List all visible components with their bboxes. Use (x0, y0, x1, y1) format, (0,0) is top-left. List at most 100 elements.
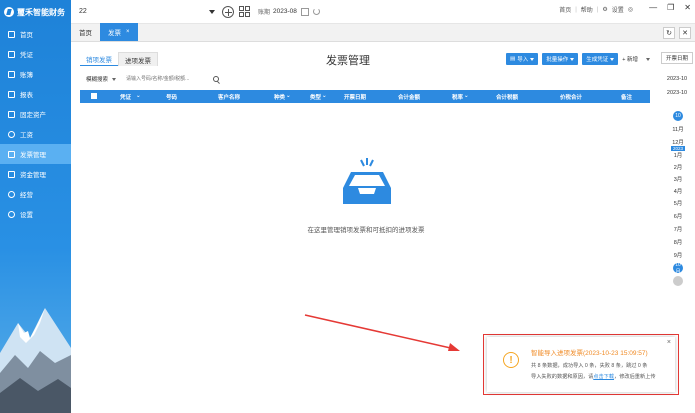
month-item[interactable]: 3月 (663, 175, 693, 183)
sort-icon[interactable]: ⌄ (136, 93, 141, 99)
column-header-tax-rate[interactable]: 税率 (452, 93, 463, 101)
month-item[interactable]: 10月 (663, 262, 693, 275)
column-header-type[interactable]: 类型 (310, 93, 321, 101)
sort-icon[interactable]: ⌄ (322, 93, 327, 99)
sidebar-item-invoices[interactable]: 发票管理 (0, 144, 71, 164)
month-item[interactable]: 10 (663, 111, 693, 121)
sidebar-item-operations[interactable]: 经营 (0, 184, 71, 204)
month-item[interactable]: 6月 (663, 212, 693, 220)
month-item[interactable]: 7月 (663, 225, 693, 233)
search-input[interactable] (126, 74, 212, 84)
column-header-issue-date[interactable]: 开票日期 (344, 93, 366, 101)
refresh-icon[interactable] (312, 8, 320, 15)
column-header-voucher[interactable]: 凭证 (120, 93, 131, 101)
period-value[interactable]: 2023-08 (273, 8, 297, 15)
subtab-purchase-invoices[interactable]: 进项发票 (118, 52, 158, 66)
month-item[interactable]: 9月 (663, 251, 693, 259)
top-link-home[interactable]: 首页 (559, 5, 571, 14)
month-item[interactable]: 5月 (663, 199, 693, 207)
column-header-number[interactable]: 号码 (166, 93, 177, 101)
bell-icon[interactable]: ◎ (628, 6, 633, 13)
grid-icon[interactable] (239, 6, 250, 17)
month-item[interactable]: 4月 (663, 187, 693, 195)
sidebar-item-label: 首页 (20, 32, 33, 39)
sidebar-item-funds[interactable]: 资金管理 (0, 164, 71, 184)
add-account-icon[interactable] (222, 5, 234, 18)
app-window: 璽禾智能财务 首页 凭证 账簿 报表 固定资产 工资 发票管理 资金管理 经营 … (0, 0, 695, 413)
search-mode-select[interactable]: 模糊搜索 (86, 75, 108, 83)
column-header-remarks[interactable]: 备注 (621, 93, 632, 101)
sidebar-item-settings[interactable]: 设置 (0, 204, 71, 224)
notification-summary: 共 8 条数据，成功导入 0 条，失败 8 条，跳过 0 条 (531, 363, 648, 369)
column-header-total-amount[interactable]: 合计金额 (398, 93, 420, 101)
sidebar-item-label: 固定资产 (20, 112, 46, 119)
month-item[interactable]: 8月 (663, 238, 693, 246)
ledger-icon (8, 70, 15, 78)
sidebar-item-fixed-assets[interactable]: 固定资产 (0, 104, 71, 124)
sidebar-item-reports[interactable]: 报表 (0, 84, 71, 104)
period-start[interactable]: 2023-10 (662, 76, 692, 82)
top-links: 首页 | 帮助 | ⚙ 设置 ◎ (559, 5, 633, 15)
month-dot: 10月 (673, 262, 683, 275)
import-button[interactable]: ▤ 导入 (506, 53, 539, 65)
minimize-icon[interactable]: — (649, 3, 657, 12)
gear-icon[interactable]: ⚙ (602, 6, 607, 13)
account-select[interactable]: 22 (77, 5, 217, 19)
logo-icon (4, 7, 14, 17)
period-end[interactable]: 2023-10 (662, 90, 692, 96)
search-icon[interactable] (213, 76, 220, 82)
report-icon (8, 90, 15, 98)
batch-operations-button[interactable]: 批量操作 (542, 53, 579, 65)
close-window-icon[interactable]: ✕ (684, 3, 691, 12)
voucher-icon (8, 50, 15, 58)
restore-icon[interactable]: ❐ (667, 3, 674, 12)
month-item[interactable]: 12月 (663, 138, 693, 146)
tab-home[interactable]: 首页 (71, 23, 100, 41)
reload-tab-icon[interactable]: ↻ (663, 27, 675, 39)
top-link-settings[interactable]: 设置 (612, 5, 624, 14)
calendar-icon[interactable] (300, 7, 309, 16)
tab-invoice[interactable]: 发票 × (100, 23, 138, 41)
column-header-total-with-tax[interactable]: 价税合计 (560, 93, 582, 101)
sidebar-item-ledger[interactable]: 账簿 (0, 64, 71, 84)
chevron-down-icon[interactable] (112, 77, 117, 81)
sidebar-item-label: 账簿 (20, 72, 33, 79)
toolbar-actions: ▤ 导入 批量操作 生成凭证 + 新增 (506, 53, 650, 65)
month-item[interactable] (663, 276, 693, 286)
sidebar-item-payroll[interactable]: 工资 (0, 124, 71, 144)
column-header-total-tax[interactable]: 合计税额 (496, 93, 518, 101)
month-item[interactable]: 2月 (663, 163, 693, 171)
sidebar-nav: 首页 凭证 账簿 报表 固定资产 工资 发票管理 资金管理 经营 设置 (0, 24, 71, 224)
close-tab-icon[interactable]: × (126, 29, 130, 35)
close-all-tabs-icon[interactable]: ✕ (679, 27, 691, 39)
sidebar-item-home[interactable]: 首页 (0, 24, 71, 44)
top-link-help[interactable]: 帮助 (581, 5, 593, 14)
window-controls: — ❐ ✕ (649, 3, 691, 12)
button-label: 导入 (517, 57, 529, 63)
brand-logo[interactable]: 璽禾智能财务 (0, 0, 71, 24)
column-header-category[interactable]: 种类 (274, 93, 285, 101)
subtab-sales-invoices[interactable]: 销项发票 (80, 52, 118, 66)
assets-icon (8, 110, 15, 118)
close-notification-icon[interactable]: × (667, 339, 671, 346)
month-item[interactable]: 1月 (663, 151, 693, 159)
sidebar-item-voucher[interactable]: 凭证 (0, 44, 71, 64)
download-link[interactable]: 点击下载 (593, 374, 614, 380)
issue-date-link[interactable]: 开票日期 (661, 52, 693, 64)
sort-icon[interactable]: ⌄ (286, 93, 291, 99)
month-item[interactable]: 11月 (663, 125, 693, 133)
generate-voucher-button[interactable]: 生成凭证 (582, 53, 619, 65)
empty-state-text: 在这里管理销项发票和可抵扣的进项发票 (307, 227, 425, 234)
chevron-down-icon (570, 57, 575, 61)
add-button[interactable]: + 新增 (622, 55, 638, 63)
settings-icon (8, 210, 15, 218)
sidebar: 璽禾智能财务 首页 凭证 账簿 报表 固定资产 工资 发票管理 资金管理 经营 … (0, 0, 71, 413)
payroll-icon (8, 130, 15, 138)
chevron-down-icon[interactable] (646, 57, 650, 61)
import-icon: ▤ (510, 56, 516, 62)
select-all-checkbox[interactable] (91, 93, 97, 99)
column-header-customer[interactable]: 客户名称 (218, 93, 240, 101)
sort-icon[interactable]: ⌄ (464, 93, 469, 99)
sidebar-item-label: 报表 (20, 92, 33, 99)
sidebar-item-label: 工资 (20, 132, 33, 139)
